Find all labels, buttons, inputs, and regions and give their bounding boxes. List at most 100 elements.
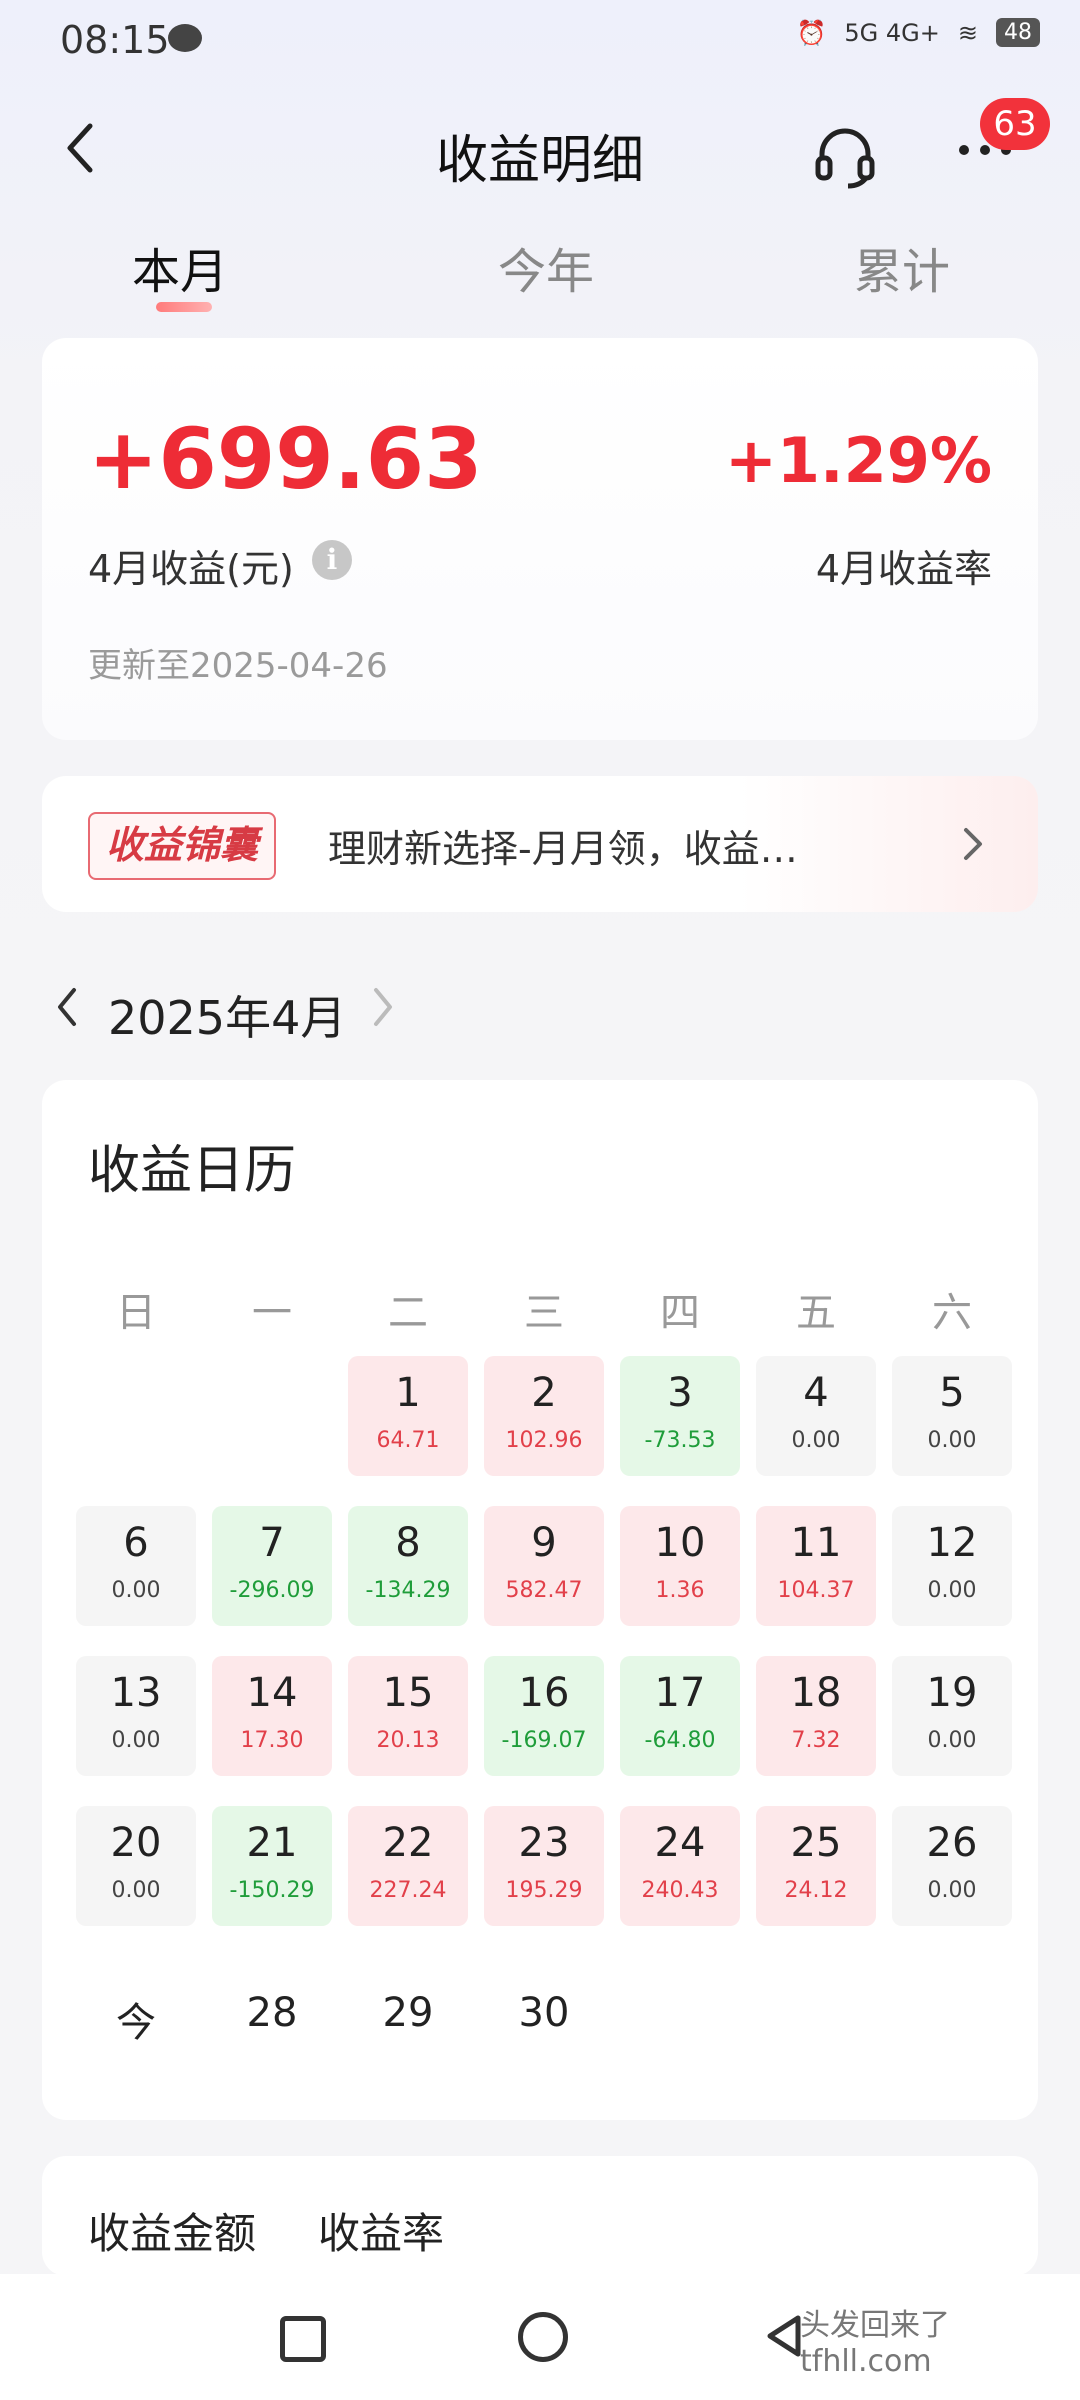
day-number: 14	[246, 1670, 298, 1716]
day-earnings: 195.29	[505, 1878, 583, 1903]
day-earnings: 0.00	[927, 1878, 977, 1903]
day-number: 17	[654, 1670, 706, 1716]
next-month-button[interactable]	[368, 982, 398, 1044]
day-number: 6	[123, 1520, 149, 1566]
calendar-day-cell[interactable]: 6 0.00	[76, 1506, 196, 1626]
return-rate-label: 4月收益率	[815, 547, 992, 591]
calendar-day-cell[interactable]: 9 582.47	[484, 1506, 604, 1626]
day-number: 18	[790, 1670, 842, 1716]
day-earnings: 102.96	[505, 1428, 583, 1453]
calendar-day-cell[interactable]: 24 240.43	[620, 1806, 740, 1926]
calendar-day-cell[interactable]: 10 1.36	[620, 1506, 740, 1626]
tab-earnings-amount[interactable]: 收益金额	[88, 2200, 256, 2261]
day-number: 11	[790, 1520, 842, 1566]
calendar-day-cell[interactable]: 19 0.00	[892, 1656, 1012, 1776]
notification-badge: 63	[980, 98, 1050, 150]
tab-cumulative[interactable]: 累计	[854, 232, 950, 302]
weekday-label: 三	[524, 1290, 564, 1336]
calendar-day-cell[interactable]: 21 -150.29	[212, 1806, 332, 1926]
page-title: 收益明细	[435, 131, 644, 191]
day-earnings: -296.09	[229, 1578, 315, 1603]
previous-month-button[interactable]	[52, 982, 82, 1044]
day-number: 9	[531, 1520, 557, 1566]
calendar-day-cell[interactable]: 12 0.00	[892, 1506, 1012, 1626]
day-earnings: 20.13	[376, 1728, 440, 1753]
day-earnings: -150.29	[229, 1878, 315, 1903]
calendar-day-cell[interactable]: 26 0.00	[892, 1806, 1012, 1926]
calendar-day-cell[interactable]: 22 227.24	[348, 1806, 468, 1926]
weekday-label: 一	[252, 1290, 292, 1336]
earnings-label: 4月收益(元)	[88, 547, 294, 591]
day-number: 22	[382, 1820, 434, 1866]
alarm-icon: ⏰	[796, 18, 827, 47]
day-number: 16	[518, 1670, 570, 1716]
calendar-day-cell[interactable]: 7 -296.09	[212, 1506, 332, 1626]
day-number: 20	[110, 1820, 162, 1866]
tab-this-month[interactable]: 本月	[132, 232, 228, 302]
day-earnings: 17.30	[240, 1728, 304, 1753]
calendar-day-cell[interactable]: 20 0.00	[76, 1806, 196, 1926]
calendar-day-cell[interactable]: 14 17.30	[212, 1656, 332, 1776]
day-number: 19	[926, 1670, 978, 1716]
day-number: 4	[803, 1370, 829, 1416]
calendar-day-cell[interactable]: 13 0.00	[76, 1656, 196, 1776]
today-marker: 今	[116, 2000, 156, 2046]
headset-icon	[815, 128, 875, 189]
day-earnings: 227.24	[369, 1878, 447, 1903]
calendar-day-cell[interactable]: 4 0.00	[756, 1356, 876, 1476]
calendar-day-cell[interactable]: 5 0.00	[892, 1356, 1012, 1476]
day-number: 1	[395, 1370, 421, 1416]
day-earnings: 7.32	[791, 1728, 841, 1753]
calendar-day-cell[interactable]: 23 195.29	[484, 1806, 604, 1926]
calendar-day-cell[interactable]: 15 20.13	[348, 1656, 468, 1776]
day-number: 3	[667, 1370, 693, 1416]
calendar-day-cell[interactable]: 8 -134.29	[348, 1506, 468, 1626]
day-number: 15	[382, 1670, 434, 1716]
chevron-left-icon	[58, 988, 76, 1026]
monthly-return-rate: +1.29%	[724, 424, 992, 497]
calendar-day-cell[interactable]: 16 -169.07	[484, 1656, 604, 1776]
day-number: 10	[654, 1520, 706, 1566]
chevron-right-icon	[958, 822, 986, 877]
monthly-earnings-amount: +699.63	[88, 410, 483, 508]
calendar-day-cell[interactable]: 3 -73.53	[620, 1356, 740, 1476]
chevron-right-icon	[374, 988, 392, 1026]
watermark: 头发回来了 tfhll.com	[800, 2308, 950, 2379]
calendar-day-cell[interactable]: 25 24.12	[756, 1806, 876, 1926]
message-icon	[168, 24, 202, 52]
home-button[interactable]	[518, 2312, 568, 2362]
status-time: 08:15	[60, 18, 170, 62]
day-earnings: -169.07	[501, 1728, 587, 1753]
day-number: 7	[259, 1520, 285, 1566]
customer-service-button[interactable]	[810, 120, 880, 190]
day-earnings: 582.47	[505, 1578, 583, 1603]
day-earnings: 24.12	[784, 1878, 848, 1903]
calendar-day-cell[interactable]: 18 7.32	[756, 1656, 876, 1776]
calendar-day-cell[interactable]: 11 104.37	[756, 1506, 876, 1626]
weekday-label: 五	[796, 1290, 836, 1336]
day-number: 26	[926, 1820, 978, 1866]
promo-tag: 收益锦囊	[88, 812, 277, 880]
tab-return-rate[interactable]: 收益率	[318, 2200, 444, 2261]
day-number: 2	[531, 1370, 557, 1416]
recent-apps-button[interactable]	[280, 2316, 326, 2362]
day-number: 12	[926, 1520, 978, 1566]
battery-icon: 48	[996, 18, 1040, 47]
tab-this-year[interactable]: 今年	[498, 232, 594, 302]
day-earnings: 0.00	[111, 1878, 161, 1903]
day-earnings: 0.00	[927, 1728, 977, 1753]
active-tab-indicator	[156, 302, 212, 312]
day-number: 25	[790, 1820, 842, 1866]
day-number: 24	[654, 1820, 706, 1866]
wifi-icon: ≋	[957, 18, 978, 47]
calendar-day-cell[interactable]: 17 -64.80	[620, 1656, 740, 1776]
current-month-label: 2025年4月	[108, 991, 347, 1045]
calendar-day-cell[interactable]: 2 102.96	[484, 1356, 604, 1476]
day-earnings: 104.37	[777, 1578, 855, 1603]
info-icon[interactable]: i	[312, 540, 352, 580]
future-day: 30	[518, 1990, 570, 2036]
day-number: 5	[939, 1370, 965, 1416]
future-day: 28	[246, 1990, 298, 2036]
status-icons: ⏰ 5G 4G+ ≋ 48	[797, 18, 1040, 47]
calendar-day-cell[interactable]: 1 64.71	[348, 1356, 468, 1476]
